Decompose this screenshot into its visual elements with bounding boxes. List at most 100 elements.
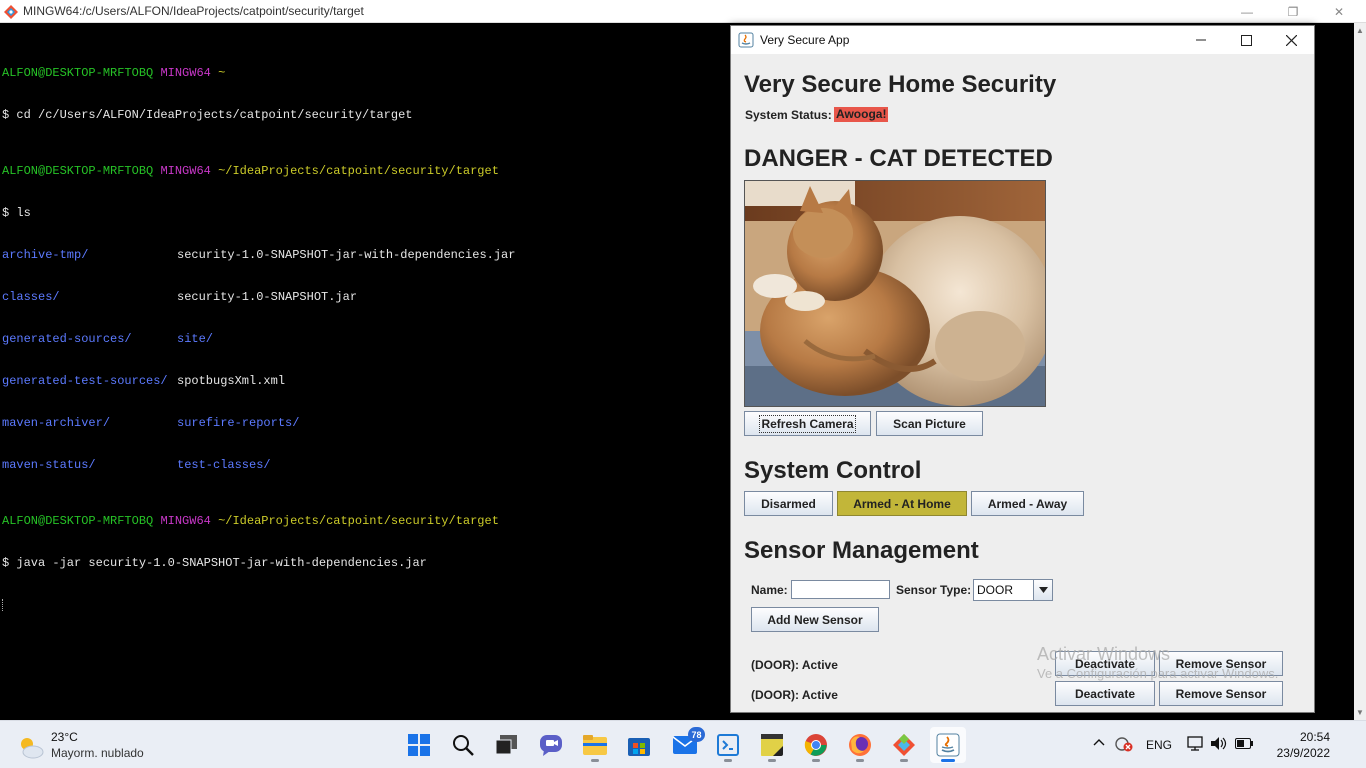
ls-entry-dir: archive-tmp/	[2, 248, 89, 262]
maximize-button[interactable]	[1223, 26, 1269, 54]
speaker-icon	[1211, 737, 1227, 750]
page-title: Very Secure Home Security	[744, 71, 1057, 98]
shell-name: MINGW64	[160, 66, 211, 80]
scroll-up-icon[interactable]: ▲	[1356, 26, 1364, 35]
deactivate-sensor-button[interactable]: Deactivate	[1055, 681, 1155, 706]
chevron-up-icon	[1093, 739, 1105, 746]
vscode-icon	[717, 734, 739, 756]
close-icon	[1285, 34, 1297, 46]
clock[interactable]: 20:54 23/9/2022	[1266, 729, 1330, 761]
show-hidden-icons-button[interactable]	[1093, 735, 1105, 749]
app-titlebar[interactable]: Very Secure App	[731, 26, 1314, 54]
shield-alert-icon	[1115, 737, 1133, 752]
clock-date: 23/9/2022	[1276, 746, 1330, 760]
weather-description: Mayorm. nublado	[51, 746, 144, 760]
mode-disarmed-button[interactable]: Disarmed	[744, 491, 833, 516]
running-indicator	[812, 759, 820, 762]
deactivate-sensor-button[interactable]: Deactivate	[1055, 651, 1155, 676]
remove-sensor-button[interactable]: Remove Sensor	[1159, 681, 1283, 706]
monitor-icon	[1187, 736, 1203, 751]
language-indicator[interactable]: ENG	[1146, 738, 1172, 752]
terminal-restore-button[interactable]: ❐	[1270, 0, 1316, 23]
app-window: Very Secure App Very Secure Home Securit…	[730, 25, 1315, 713]
chrome-button[interactable]	[798, 727, 834, 763]
chat-icon	[540, 735, 562, 756]
prompt-path: ~	[218, 66, 226, 80]
prompt-path: ~/IdeaProjects/catpoint/security/target	[218, 514, 499, 528]
sensor-name-input[interactable]	[791, 580, 890, 599]
ls-entry-dir: test-classes/	[177, 458, 271, 472]
sensor-type-value: DOOR	[977, 583, 1013, 597]
terminal-minimize-button[interactable]: —	[1224, 0, 1270, 23]
terminal-scrollbar[interactable]: ▲ ▼	[1354, 23, 1366, 720]
chat-button[interactable]	[533, 727, 569, 763]
task-view-icon	[496, 735, 517, 755]
active-indicator	[941, 759, 955, 762]
battery-icon	[1235, 738, 1253, 749]
shell-name: MINGW64	[160, 514, 211, 528]
ls-entry-dir: classes/	[2, 290, 60, 304]
running-indicator	[768, 759, 776, 762]
mode-armed-away-button[interactable]: Armed - Away	[971, 491, 1084, 516]
user-host: ALFON@DESKTOP-MRFTOBQ	[2, 514, 154, 528]
sensor-type-select[interactable]: DOOR	[973, 579, 1053, 601]
clock-time: 20:54	[1299, 730, 1330, 744]
sticky-notes-icon	[761, 734, 783, 756]
status-badge: Awooga!	[834, 107, 889, 122]
file-explorer-icon	[583, 735, 607, 755]
refresh-camera-button[interactable]: Refresh Camera	[744, 411, 871, 436]
add-sensor-button[interactable]: Add New Sensor	[751, 607, 879, 632]
command-line: $ ls	[2, 206, 31, 220]
git-button[interactable]	[886, 727, 922, 763]
taskbar-search-button[interactable]	[445, 727, 481, 763]
remove-sensor-button[interactable]: Remove Sensor	[1159, 651, 1283, 676]
mail-button[interactable]: 78	[667, 727, 705, 763]
name-label: Name:	[751, 583, 788, 597]
git-icon	[893, 734, 915, 756]
volume-tray[interactable]	[1210, 736, 1228, 754]
chevron-down-icon	[1038, 587, 1048, 593]
search-icon	[453, 735, 474, 756]
running-indicator	[724, 759, 732, 762]
scan-picture-button[interactable]: Scan Picture	[876, 411, 983, 436]
sensor-type-label: Sensor Type:	[896, 583, 972, 597]
task-view-button[interactable]	[489, 727, 525, 763]
java-app-button[interactable]	[930, 727, 966, 763]
ls-entry-file: security-1.0-SNAPSHOT.jar	[177, 290, 358, 304]
display-tray[interactable]	[1187, 736, 1203, 754]
terminal-titlebar[interactable]: MINGW64:/c/Users/ALFON/IdeaProjects/catp…	[0, 0, 1366, 23]
scroll-down-icon[interactable]: ▼	[1356, 708, 1364, 717]
minimize-button[interactable]	[1178, 26, 1224, 54]
chrome-icon	[804, 734, 827, 756]
sensor-status-label: (DOOR): Active	[751, 688, 838, 702]
ls-entry-dir: generated-sources/	[2, 332, 132, 346]
user-host: ALFON@DESKTOP-MRFTOBQ	[2, 164, 154, 178]
store-icon	[628, 738, 650, 756]
file-explorer-button[interactable]	[577, 727, 613, 763]
ls-entry-dir: generated-test-sources/	[2, 374, 168, 388]
ls-entry-dir: maven-status/	[2, 458, 96, 472]
git-bash-icon	[4, 5, 18, 19]
network-security-tray[interactable]	[1115, 736, 1133, 755]
dropdown-button[interactable]	[1033, 580, 1052, 600]
shell-name: MINGW64	[160, 164, 211, 178]
sticky-notes-button[interactable]	[754, 727, 790, 763]
sensor-management-heading: Sensor Management	[744, 537, 979, 564]
firefox-button[interactable]	[842, 727, 878, 763]
battery-tray[interactable]	[1235, 738, 1253, 752]
ls-entry-dir: surefire-reports/	[177, 416, 300, 430]
terminal-close-button[interactable]: ✕	[1316, 0, 1362, 23]
command-line: $ java -jar security-1.0-SNAPSHOT-jar-wi…	[2, 556, 427, 570]
close-button[interactable]	[1268, 26, 1314, 54]
mode-armed-home-button[interactable]: Armed - At Home	[837, 491, 967, 516]
status-label: System Status:	[745, 108, 832, 122]
temperature: 23°C	[51, 730, 78, 744]
start-button[interactable]	[401, 727, 437, 763]
terminal-cursor	[2, 599, 3, 611]
camera-image	[744, 180, 1046, 407]
store-button[interactable]	[621, 727, 657, 763]
java-icon	[936, 733, 960, 757]
running-indicator	[856, 759, 864, 762]
vscode-button[interactable]	[710, 727, 746, 763]
running-indicator	[591, 759, 599, 762]
